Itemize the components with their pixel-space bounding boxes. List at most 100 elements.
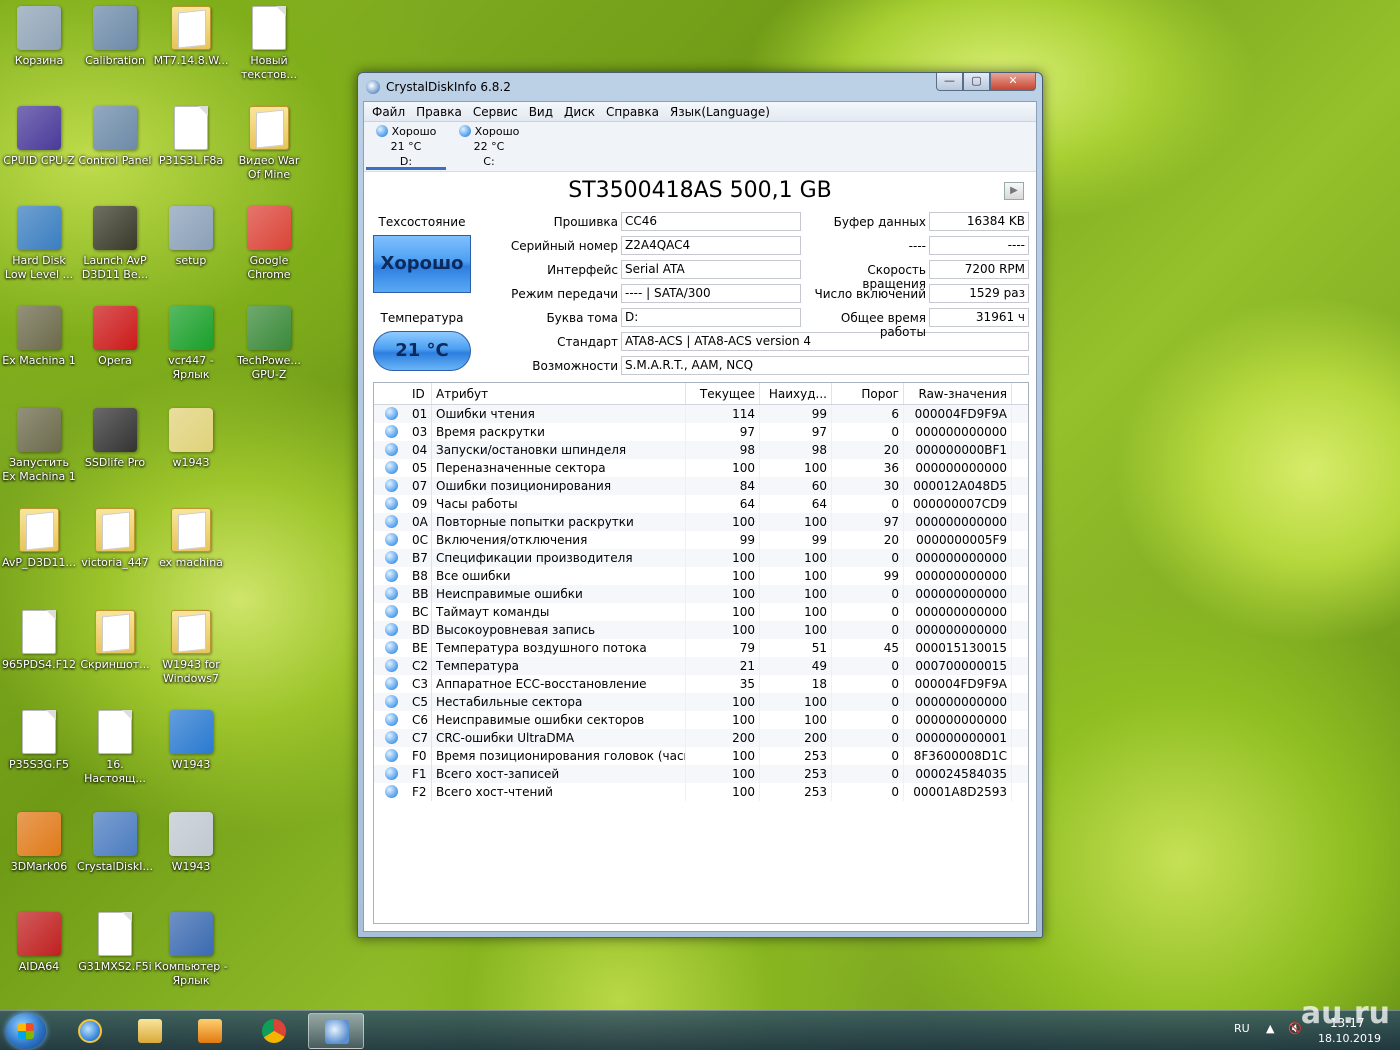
menu-language[interactable]: Язык(Language) <box>666 102 777 121</box>
desktop-icon[interactable]: W1943 <box>152 812 230 874</box>
menu-file[interactable]: Файл <box>368 102 412 121</box>
taskbar-chrome[interactable] <box>246 1013 302 1049</box>
col-raw-values[interactable]: Raw-значения <box>904 383 1012 404</box>
table-row[interactable]: B8 Все ошибки 100 100 99 000000000000 <box>374 567 1028 585</box>
table-row[interactable]: C5 Нестабильные сектора 100 100 0 00000000000… <box>374 693 1028 711</box>
language-indicator[interactable]: RU <box>1234 1022 1250 1035</box>
desktop-icon[interactable]: Компьютер - Ярлык <box>152 912 230 988</box>
desktop-icon[interactable]: vcr447 - Ярлык <box>152 306 230 382</box>
menu-tools[interactable]: Сервис <box>469 102 525 121</box>
attr-current: 100 <box>686 747 760 765</box>
desktop-icon[interactable]: Calibration <box>76 6 154 68</box>
app-icon <box>247 306 291 350</box>
table-row[interactable]: BD Высокоуровневая запись 100 100 0 000000000… <box>374 621 1028 639</box>
desktop-icon[interactable]: TechPowe... GPU-Z <box>230 306 308 382</box>
col-id[interactable]: ID <box>408 383 432 404</box>
table-row[interactable]: 07 Ошибки позиционирования 84 60 30 000012A04… <box>374 477 1028 495</box>
taskbar-explorer[interactable] <box>122 1013 178 1049</box>
taskbar-media-player[interactable] <box>182 1013 238 1049</box>
desktop-icon[interactable]: G31MXS2.F5i <box>76 912 154 974</box>
table-row[interactable]: F1 Всего хост-записей 100 253 0 000024584035 <box>374 765 1028 783</box>
drive-tab-c[interactable]: Хорошо 22 °C C: <box>449 124 529 170</box>
table-row[interactable]: C7 CRC-ошибки UltraDMA 200 200 0 000000000001 <box>374 729 1028 747</box>
desktop-icon[interactable]: w1943 <box>152 408 230 470</box>
attr-name: Нестабильные сектора <box>432 693 686 711</box>
attr-id: 03 <box>408 423 432 441</box>
title-bar[interactable]: CrystalDiskInfo 6.8.2 — ▢ ✕ <box>358 73 1042 101</box>
desktop-icon[interactable]: P31S3L.F8a <box>152 106 230 168</box>
temperature-button[interactable]: 21 °C <box>373 331 471 371</box>
desktop-icon[interactable]: ex machina <box>152 508 230 570</box>
desktop-icon[interactable]: MT7.14.8.W... <box>152 6 230 68</box>
menu-help[interactable]: Справка <box>602 102 666 121</box>
menu-edit[interactable]: Правка <box>412 102 469 121</box>
desktop-icon-label: TechPowe... GPU-Z <box>237 354 301 381</box>
table-row[interactable]: BB Неисправимые ошибки 100 100 0 000000000000 <box>374 585 1028 603</box>
table-row[interactable]: F2 Всего хост-чтений 100 253 0 00001A8D2593 <box>374 783 1028 801</box>
next-disk-arrow-icon[interactable]: ▶ <box>1004 182 1024 200</box>
minimize-button[interactable]: — <box>936 73 963 91</box>
watermark-logo: au.ru <box>1300 996 1390 1031</box>
menu-disk[interactable]: Диск <box>560 102 602 121</box>
desktop-icon[interactable]: 3DMark06 <box>0 812 78 874</box>
volume-icon[interactable]: 🔇 <box>1288 1022 1302 1035</box>
smart-attributes-table[interactable]: ID Атрибут Текущее Наихуд... Порог Raw-з… <box>373 382 1029 924</box>
desktop-icon[interactable]: W1943 <box>152 710 230 772</box>
desktop-icon[interactable]: P35S3G.F5 <box>0 710 78 772</box>
desktop-icon[interactable]: Opera <box>76 306 154 368</box>
col-attribute[interactable]: Атрибут <box>432 383 686 404</box>
table-row[interactable]: 0C Включения/отключения 99 99 20 0000000005F9 <box>374 531 1028 549</box>
table-row[interactable]: C2 Температура 21 49 0 000700000015 <box>374 657 1028 675</box>
health-status-button[interactable]: Хорошо <box>373 235 471 293</box>
desktop-icon[interactable]: AIDA64 <box>0 912 78 974</box>
table-row[interactable]: BC Таймаут команды 100 100 0 000000000000 <box>374 603 1028 621</box>
desktop-icon[interactable]: Новый текстов... <box>230 6 308 82</box>
table-row[interactable]: 03 Время раскрутки 97 97 0 000000000000 <box>374 423 1028 441</box>
col-current[interactable]: Текущее <box>686 383 760 404</box>
desktop-icon[interactable]: W1943 for Windows7 <box>152 610 230 686</box>
desktop-icon[interactable]: Видео War Of Mine <box>230 106 308 182</box>
drive-tab-d[interactable]: Хорошо 21 °C D: <box>366 124 446 170</box>
attr-worst: 98 <box>760 441 832 459</box>
close-button[interactable]: ✕ <box>990 73 1036 91</box>
tray-expand-icon[interactable]: ▲ <box>1266 1022 1274 1035</box>
desktop-icon[interactable]: Скриншот... <box>76 610 154 672</box>
taskbar-crystaldiskinfo[interactable] <box>308 1013 364 1049</box>
table-row[interactable]: C6 Неисправимые ошибки секторов 100 100 0 000… <box>374 711 1028 729</box>
desktop-icon[interactable]: Launch AvP D3D11 Be... <box>76 206 154 282</box>
taskbar-ie[interactable] <box>62 1013 118 1049</box>
table-row[interactable]: 0A Повторные попытки раскрутки 100 100 97 000… <box>374 513 1028 531</box>
desktop-icon-label: Ex Machina 1 <box>2 354 76 367</box>
desktop-icon[interactable]: Ex Machina 1 <box>0 306 78 368</box>
power-on-hours-label: Общее время работы <box>840 311 926 339</box>
desktop-icon[interactable]: victoria_447 <box>76 508 154 570</box>
table-row[interactable]: 09 Часы работы 64 64 0 000000007CD9 <box>374 495 1028 513</box>
desktop-icon[interactable]: Control Panel <box>76 106 154 168</box>
desktop-icon[interactable]: CPUID CPU-Z <box>0 106 78 168</box>
table-row[interactable]: 01 Ошибки чтения 114 99 6 000004FD9F9A <box>374 405 1028 423</box>
col-threshold[interactable]: Порог <box>832 383 904 404</box>
table-row[interactable]: B7 Спецификации производителя 100 100 0 00000… <box>374 549 1028 567</box>
table-row[interactable]: 05 Переназначенные сектора 100 100 36 0000000… <box>374 459 1028 477</box>
table-row[interactable]: 04 Запуски/остановки шпинделя 98 98 20 000000… <box>374 441 1028 459</box>
desktop-icon[interactable]: Корзина <box>0 6 78 68</box>
desktop-icon[interactable]: AvP_D3D11... <box>0 508 78 570</box>
table-row[interactable]: C3 Аппаратное ECC-восстановление 35 18 0 0000… <box>374 675 1028 693</box>
table-row[interactable]: F0 Время позиционирования головок (часы) 1… <box>374 747 1028 765</box>
desktop-icon[interactable]: Hard Disk Low Level ... <box>0 206 78 282</box>
desktop-icon[interactable]: Запустить Ex Machina 1 <box>0 408 78 484</box>
desktop-icon[interactable]: 965PDS4.F12 <box>0 610 78 672</box>
col-worst[interactable]: Наихуд... <box>760 383 832 404</box>
maximize-button[interactable]: ▢ <box>963 73 990 91</box>
table-row[interactable]: BE Температура воздушного потока 79 51 45 000… <box>374 639 1028 657</box>
desktop-icon-label: w1943 <box>172 456 210 469</box>
start-button[interactable] <box>6 1013 46 1049</box>
desktop-icon[interactable]: Google Chrome <box>230 206 308 282</box>
desktop-icon[interactable]: CrystalDiskI... <box>76 812 154 874</box>
desktop-icon[interactable]: SSDlife Pro <box>76 408 154 470</box>
menu-view[interactable]: Вид <box>525 102 560 121</box>
attr-worst: 51 <box>760 639 832 657</box>
desktop-icon[interactable]: 16. Настоящ... <box>76 710 154 786</box>
desktop-icon[interactable]: setup <box>152 206 230 268</box>
clock-date[interactable]: 18.10.2019 <box>1318 1032 1381 1045</box>
